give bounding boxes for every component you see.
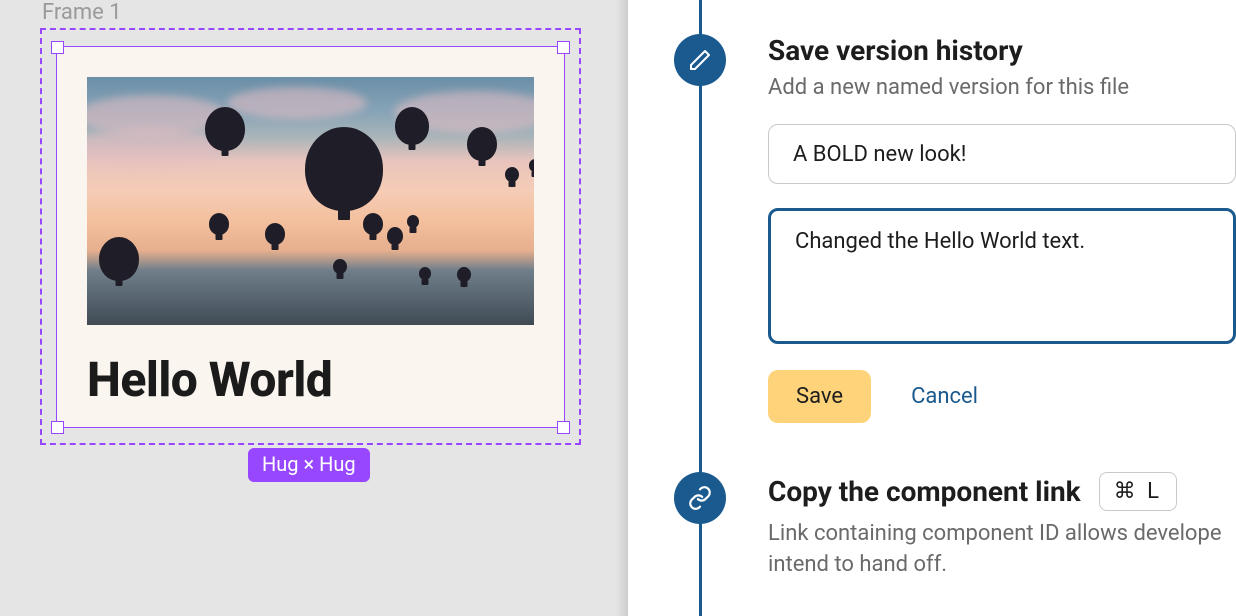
version-description-input[interactable]	[768, 208, 1236, 344]
selection-handle[interactable]	[51, 421, 64, 434]
balloon-icon	[407, 215, 419, 228]
pencil-icon	[674, 34, 726, 86]
balloon-icon	[505, 167, 519, 182]
step-subtitle: Link containing component ID allows deve…	[768, 519, 1236, 581]
cancel-button[interactable]: Cancel	[911, 384, 978, 409]
save-button[interactable]: Save	[768, 370, 871, 423]
balloon-icon	[457, 267, 471, 282]
design-canvas[interactable]: Frame 1 Hello World Hug ×	[0, 0, 628, 616]
selection-handle[interactable]	[557, 41, 570, 54]
balloon-icon	[395, 107, 429, 145]
keyboard-shortcut: ⌘ L	[1099, 472, 1177, 511]
card-image[interactable]	[87, 77, 534, 325]
balloon-icon	[265, 223, 285, 245]
balloon-icon	[467, 127, 497, 161]
balloon-icon	[419, 267, 431, 280]
balloon-icon	[99, 237, 139, 281]
step-save-version: Save version history Add a new named ver…	[768, 34, 1236, 423]
step-title: Copy the component link	[768, 475, 1081, 508]
selection-handle[interactable]	[557, 421, 570, 434]
balloon-icon	[363, 213, 383, 235]
canvas-edge-shadow	[616, 0, 628, 616]
card-frame[interactable]: Hello World	[56, 46, 565, 428]
link-icon	[674, 472, 726, 524]
balloon-icon	[205, 107, 245, 151]
frame-label[interactable]: Frame 1	[42, 0, 122, 25]
dialog-actions: Save Cancel	[768, 370, 1236, 423]
instructions-panel: Save version history Add a new named ver…	[628, 0, 1236, 616]
step-title: Save version history	[768, 34, 1236, 67]
sky-cloud	[227, 87, 367, 119]
step-copy-link: Copy the component link ⌘ L Link contain…	[768, 472, 1236, 581]
selection-handle[interactable]	[51, 41, 64, 54]
card-title-text[interactable]: Hello World	[87, 351, 534, 408]
balloon-icon	[333, 259, 347, 274]
balloon-icon	[529, 159, 534, 172]
resizing-badge: Hug × Hug	[248, 448, 370, 482]
balloon-icon	[209, 213, 229, 235]
balloon-icon	[305, 127, 383, 211]
version-name-input[interactable]	[768, 124, 1236, 184]
step-subtitle: Add a new named version for this file	[768, 75, 1236, 100]
balloon-icon	[387, 227, 403, 245]
